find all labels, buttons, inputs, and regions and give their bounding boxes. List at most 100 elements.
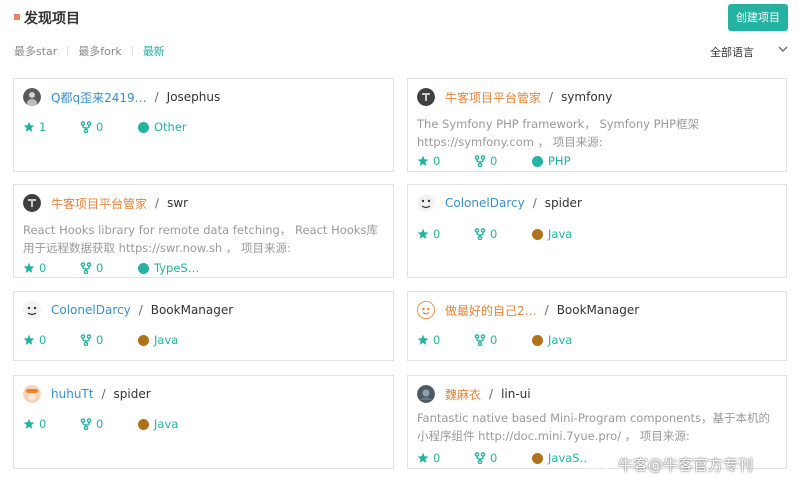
card-header: Q都q歪来2419… / Josephus: [23, 88, 220, 106]
repo-link[interactable]: spider: [114, 387, 151, 401]
card-stats: 0 0 Java: [417, 332, 572, 348]
language-dot: [532, 228, 543, 240]
fork-count: 0: [474, 333, 497, 347]
create-project-button[interactable]: 创建项目: [728, 4, 788, 31]
language-filter-select[interactable]: 全部语言: [710, 44, 754, 60]
fork-count: 0: [80, 120, 103, 134]
title-marker: [14, 14, 20, 20]
fork-count: 0: [474, 154, 497, 168]
language-label: JavaS…: [532, 451, 591, 465]
avatar[interactable]: [23, 301, 41, 319]
sort-tabs: 最多star 最多fork 最新: [14, 43, 165, 59]
separator: /: [101, 387, 106, 401]
star-icon: [23, 262, 35, 274]
owner-link[interactable]: 牛客项目平台管家: [445, 89, 541, 106]
card-stats: 0 0 Java: [23, 332, 178, 348]
watermark: 牛客@牛客官方专刊: [588, 454, 753, 475]
fork-icon: [474, 155, 486, 167]
star-count: 0: [417, 154, 440, 168]
avatar[interactable]: [23, 88, 41, 106]
project-card[interactable]: huhuTt / spider 0 0 Java: [13, 375, 394, 469]
owner-link[interactable]: 牛客项目平台管家: [51, 195, 147, 212]
avatar[interactable]: [417, 88, 435, 106]
fork-icon: [80, 121, 92, 133]
project-card[interactable]: 做最好的自己2… / BookManager 0 0 Java: [407, 291, 787, 361]
star-icon: [23, 334, 35, 346]
repo-link[interactable]: lin-ui: [501, 387, 531, 401]
repo-link[interactable]: Josephus: [167, 90, 221, 104]
tab-most-fork[interactable]: 最多fork: [78, 43, 122, 59]
repo-link[interactable]: BookManager: [557, 303, 639, 317]
star-icon: [23, 418, 35, 430]
fork-icon: [474, 334, 486, 346]
separator: /: [544, 303, 549, 317]
star-icon: [417, 334, 429, 346]
star-count: 0: [23, 333, 46, 347]
card-header: ColonelDarcy / BookManager: [23, 301, 233, 319]
separator: /: [532, 196, 537, 210]
owner-link[interactable]: 做最好的自己2…: [445, 302, 537, 319]
chevron-down-icon[interactable]: [777, 43, 789, 55]
star-count: 1: [23, 120, 46, 134]
owner-link[interactable]: huhuTt: [51, 387, 93, 401]
fork-icon: [474, 228, 486, 240]
project-card[interactable]: 牛客项目平台管家 / swr React Hooks library for r…: [13, 184, 394, 278]
project-card[interactable]: 牛客项目平台管家 / symfony The Symfony PHP frame…: [407, 78, 787, 172]
avatar[interactable]: [417, 301, 435, 319]
page-title: 发现项目: [24, 11, 80, 27]
card-stats: 0 0 JavaS…: [417, 450, 591, 466]
project-description: The Symfony PHP framework， Symfony PHP框架…: [417, 117, 700, 149]
owner-link[interactable]: ColonelDarcy: [51, 303, 131, 317]
fork-count: 0: [474, 451, 497, 465]
card-stats: 1 0 Other: [23, 119, 187, 135]
separator: /: [155, 196, 160, 210]
repo-link[interactable]: spider: [545, 196, 582, 210]
language-dot: [138, 418, 149, 430]
card-header: 牛客项目平台管家 / swr: [23, 194, 188, 212]
star-icon: [417, 452, 429, 464]
card-stats: 0 0 Java: [23, 416, 178, 432]
separator: /: [138, 303, 143, 317]
language-label: Other: [138, 120, 187, 134]
card-header: 做最好的自己2… / BookManager: [417, 301, 639, 319]
watermark-text: 牛客@牛客官方专刊: [618, 456, 754, 474]
project-card[interactable]: ColonelDarcy / BookManager 0 0 Java: [13, 291, 394, 361]
project-card[interactable]: Q都q歪来2419… / Josephus 1 0 Other: [13, 78, 394, 172]
project-card[interactable]: ColonelDarcy / spider 0 0 Java: [407, 184, 787, 278]
owner-link[interactable]: ColonelDarcy: [445, 196, 525, 210]
owner-link[interactable]: 魏麻衣: [445, 386, 481, 403]
language-label: Java: [532, 227, 572, 241]
repo-link[interactable]: swr: [167, 196, 188, 210]
tab-divider: [131, 46, 133, 56]
language-dot: [138, 262, 149, 274]
card-stats: 0 0 Java: [417, 226, 572, 242]
star-count: 0: [417, 333, 440, 347]
repo-link[interactable]: BookManager: [151, 303, 233, 317]
avatar[interactable]: [23, 194, 41, 212]
language-label: Java: [138, 417, 178, 431]
fork-icon: [80, 262, 92, 274]
fork-icon: [80, 334, 92, 346]
language-label: PHP: [532, 154, 571, 168]
card-header: huhuTt / spider: [23, 385, 151, 403]
tab-divider: [67, 46, 69, 56]
card-header: 魏麻衣 / lin-ui: [417, 385, 531, 403]
watermark-logo-icon: [588, 456, 608, 472]
fork-icon: [474, 452, 486, 464]
separator: /: [489, 387, 494, 401]
star-count: 0: [417, 451, 440, 465]
repo-link[interactable]: symfony: [561, 90, 612, 104]
fork-icon: [80, 418, 92, 430]
star-icon: [417, 155, 429, 167]
avatar[interactable]: [23, 385, 41, 403]
fork-count: 0: [474, 227, 497, 241]
card-stats: 0 0 PHP: [417, 153, 571, 169]
tab-newest[interactable]: 最新: [143, 43, 165, 59]
star-icon: [23, 121, 35, 133]
language-label: Java: [532, 333, 572, 347]
avatar[interactable]: [417, 385, 435, 403]
owner-link[interactable]: Q都q歪来2419…: [51, 89, 147, 106]
tab-most-star[interactable]: 最多star: [14, 43, 57, 59]
avatar[interactable]: [417, 194, 435, 212]
card-stats: 0 0 TypeS…: [23, 260, 199, 276]
